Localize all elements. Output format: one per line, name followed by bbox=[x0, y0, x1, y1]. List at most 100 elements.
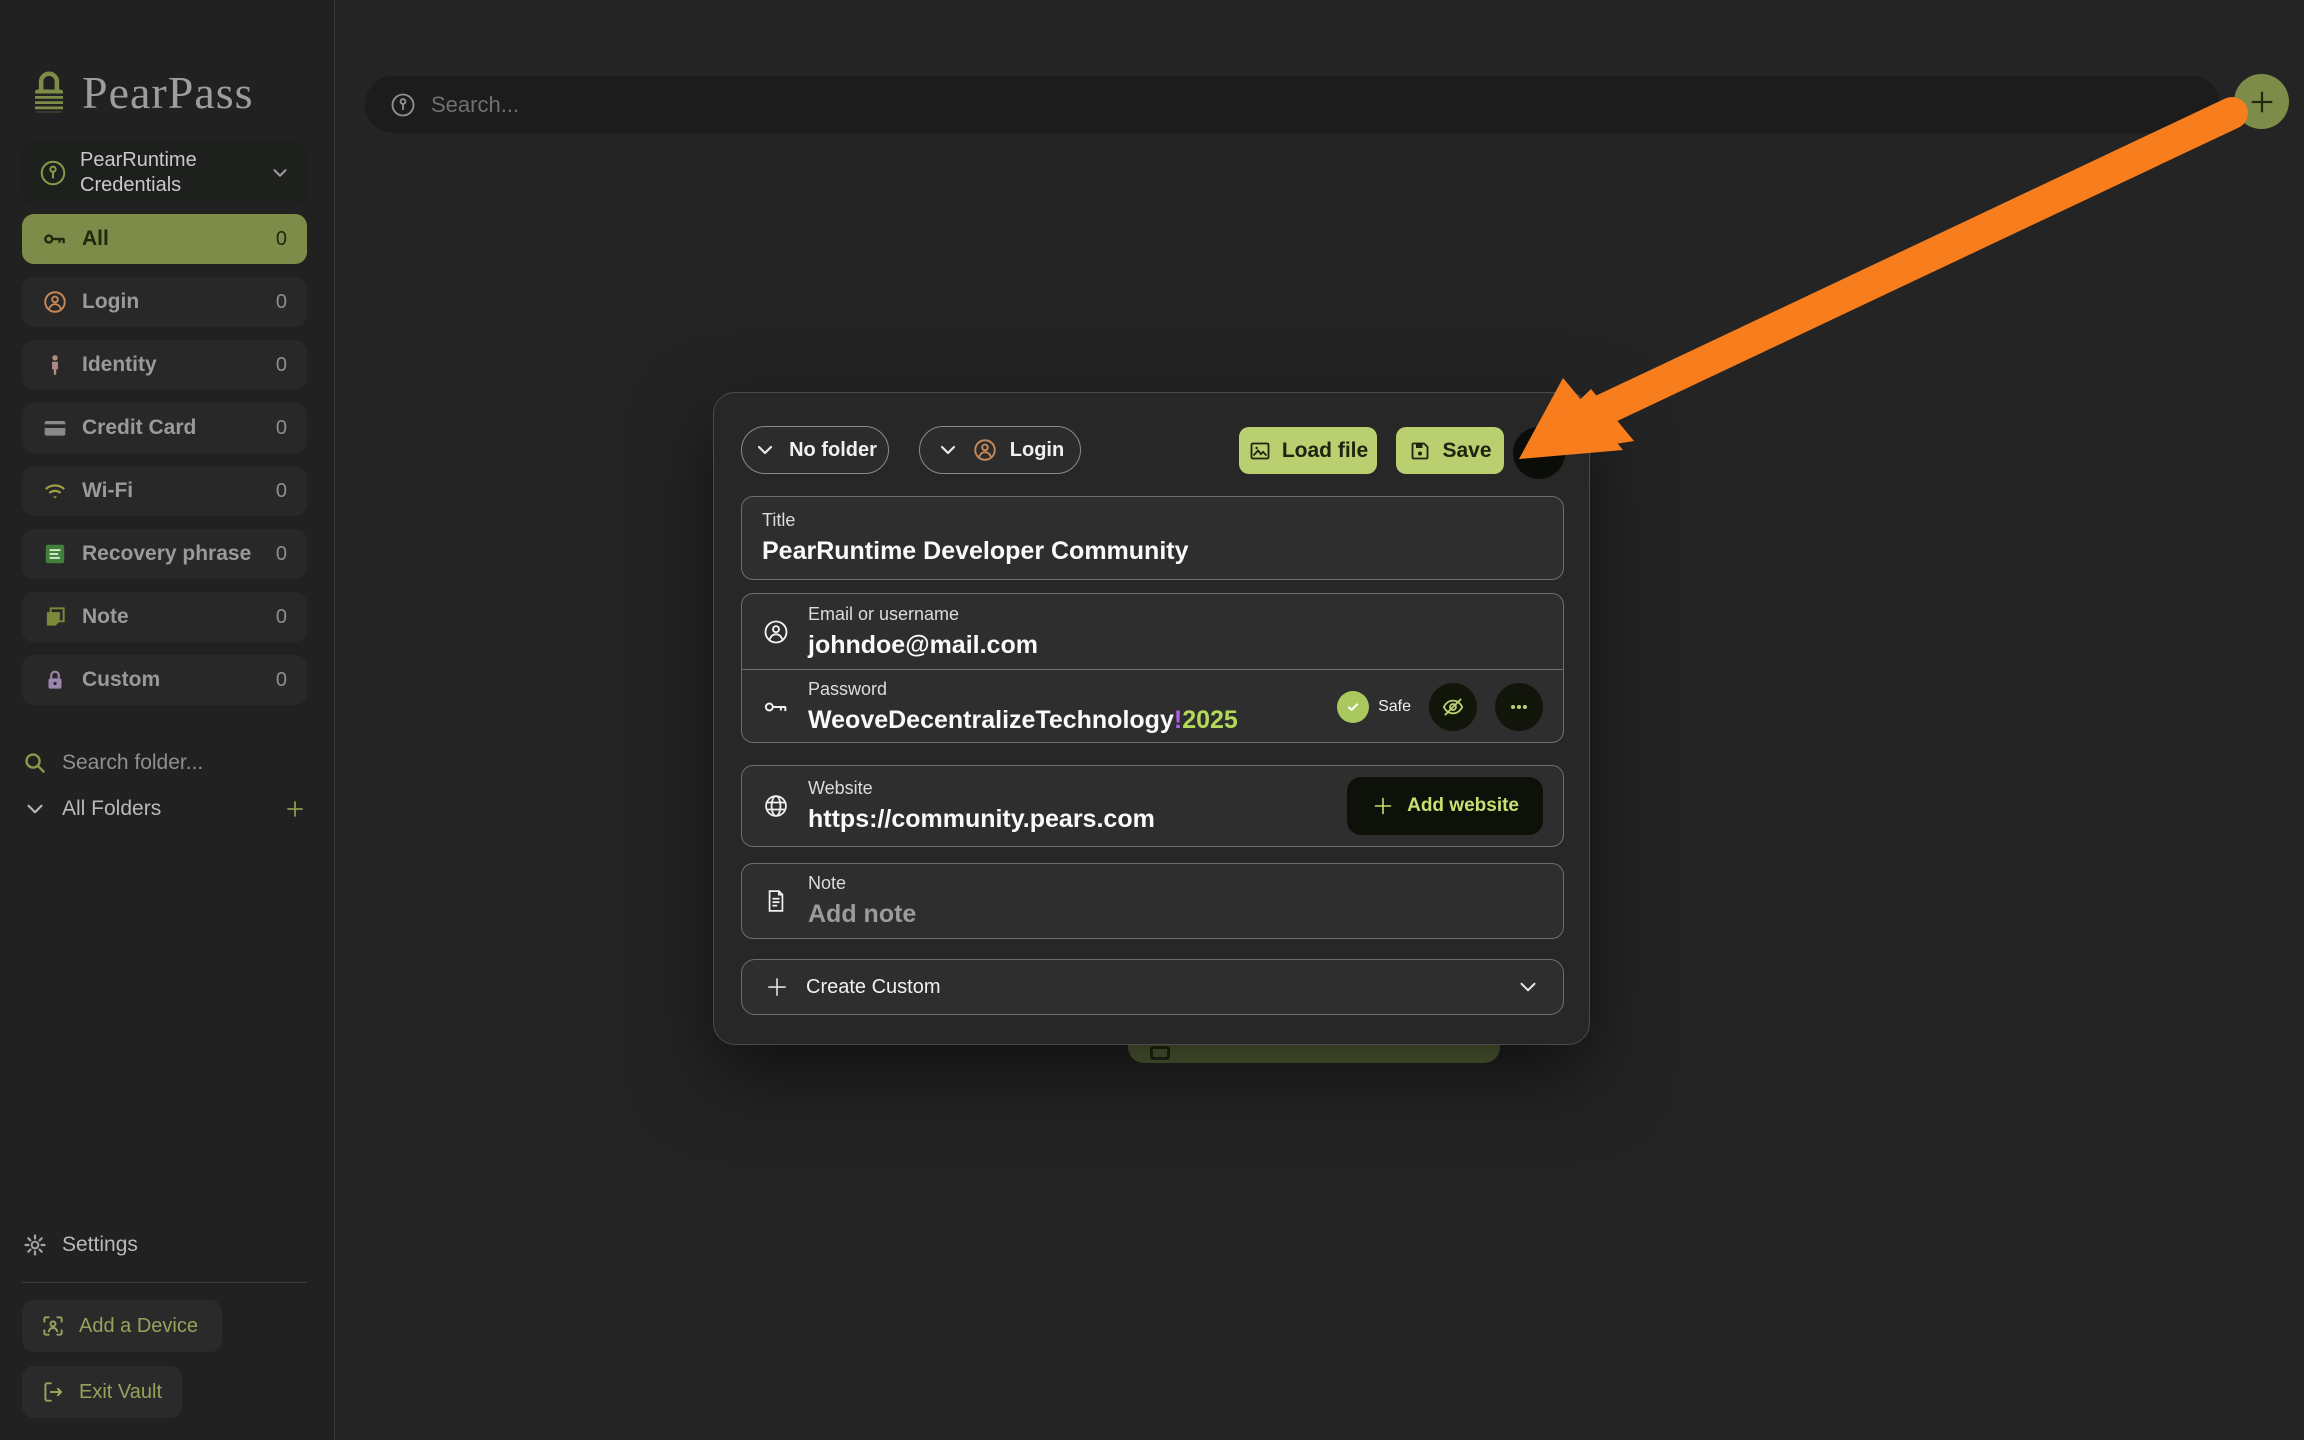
ellipsis-icon bbox=[1506, 694, 1532, 720]
item-count: 0 bbox=[276, 669, 287, 692]
credential-editor-dialog: No folder Login bbox=[713, 392, 1590, 1045]
image-icon bbox=[1248, 439, 1272, 463]
password-number: 2025 bbox=[1182, 706, 1238, 734]
lock-icon bbox=[28, 68, 70, 118]
add-entry-button[interactable] bbox=[2234, 74, 2289, 129]
all-folders-row[interactable]: All Folders bbox=[22, 796, 307, 822]
title-field-value: PearRuntime Developer Community bbox=[762, 537, 1543, 566]
add-device-button[interactable]: Add a Device bbox=[22, 1300, 222, 1352]
credit-card-icon bbox=[42, 415, 68, 441]
search-icon bbox=[22, 750, 48, 776]
title-field-label: Title bbox=[762, 510, 1543, 531]
settings-button[interactable]: Settings bbox=[22, 1232, 138, 1258]
create-custom-label: Create Custom bbox=[806, 976, 941, 999]
type-dropdown-label: Login bbox=[1010, 439, 1064, 462]
sidebar-item-label: Credit Card bbox=[82, 416, 262, 440]
sidebar-item-wifi[interactable]: Wi-Fi 0 bbox=[22, 466, 307, 516]
folder-dropdown-label: No folder bbox=[789, 439, 877, 462]
sidebar-item-login[interactable]: Login 0 bbox=[22, 277, 307, 327]
person-circle-icon bbox=[42, 289, 68, 315]
list-square-icon bbox=[42, 541, 68, 567]
password-safe-badge: Safe bbox=[1337, 691, 1411, 723]
folder-search-placeholder: Search folder... bbox=[62, 751, 203, 775]
item-count: 0 bbox=[276, 354, 287, 377]
app-logo: PearPass bbox=[28, 66, 254, 119]
email-field[interactable]: Email or username johndoe@mail.com bbox=[742, 594, 1563, 669]
sticky-note-icon bbox=[42, 604, 68, 630]
sidebar-item-custom[interactable]: Custom 0 bbox=[22, 655, 307, 705]
website-field[interactable]: Website https://community.pears.com Add … bbox=[741, 765, 1564, 847]
gear-icon bbox=[22, 1232, 48, 1258]
key-icon bbox=[42, 226, 68, 252]
safe-label: Safe bbox=[1378, 698, 1411, 716]
sidebar-item-credit-card[interactable]: Credit Card 0 bbox=[22, 403, 307, 453]
sidebar-item-label: Recovery phrase bbox=[82, 542, 262, 566]
email-field-label: Email or username bbox=[808, 604, 1543, 625]
load-file-label: Load file bbox=[1282, 439, 1368, 463]
vault-selector[interactable]: PearRuntime Credentials bbox=[22, 140, 307, 206]
obscured-button-icon bbox=[1150, 1046, 1170, 1060]
plus-icon bbox=[764, 974, 790, 1000]
sidebar-item-label: Custom bbox=[82, 668, 262, 692]
plus-icon[interactable] bbox=[283, 797, 307, 821]
chevron-down-icon bbox=[22, 796, 48, 822]
person-circle-icon bbox=[972, 437, 998, 463]
chevron-down-icon bbox=[269, 162, 291, 184]
sidebar-item-label: Identity bbox=[82, 353, 262, 377]
add-website-label: Add website bbox=[1407, 795, 1519, 817]
plus-icon bbox=[1371, 794, 1395, 818]
sidebar-item-all[interactable]: All 0 bbox=[22, 214, 307, 264]
password-field-value: WeoveDecentralizeTechnology!2025 bbox=[808, 706, 1319, 735]
folder-search[interactable]: Search folder... bbox=[22, 750, 203, 776]
item-count: 0 bbox=[276, 480, 287, 503]
item-count: 0 bbox=[276, 606, 287, 629]
password-more-options-button[interactable] bbox=[1495, 683, 1543, 731]
sidebar-item-recovery-phrase[interactable]: Recovery phrase 0 bbox=[22, 529, 307, 579]
folder-dropdown[interactable]: No folder bbox=[741, 426, 889, 474]
check-icon bbox=[1337, 691, 1369, 723]
save-button[interactable]: Save bbox=[1396, 427, 1504, 474]
wifi-icon bbox=[42, 478, 68, 504]
title-field[interactable]: Title PearRuntime Developer Community bbox=[741, 496, 1564, 580]
website-field-label: Website bbox=[808, 778, 1329, 799]
note-field-label: Note bbox=[808, 873, 1543, 894]
document-icon bbox=[762, 887, 790, 915]
load-file-button[interactable]: Load file bbox=[1239, 427, 1377, 474]
sidebar-item-label: Wi-Fi bbox=[82, 479, 262, 503]
note-field[interactable]: Note Add note bbox=[741, 863, 1564, 939]
search-input[interactable] bbox=[431, 92, 2196, 118]
person-icon bbox=[42, 352, 68, 378]
eye-off-icon bbox=[1440, 694, 1466, 720]
field-divider bbox=[742, 669, 1563, 670]
key-circle-icon bbox=[389, 91, 417, 119]
create-custom-expander[interactable]: Create Custom bbox=[741, 959, 1564, 1015]
chevron-down-icon bbox=[1515, 974, 1541, 1000]
type-dropdown[interactable]: Login bbox=[919, 426, 1081, 474]
sidebar: PearPass PearRuntime Credentials bbox=[0, 0, 335, 1440]
website-field-value: https://community.pears.com bbox=[808, 805, 1329, 834]
padlock-icon bbox=[42, 667, 68, 693]
item-count: 0 bbox=[276, 228, 287, 251]
item-count: 0 bbox=[276, 543, 287, 566]
app-window: PearPass PearRuntime Credentials bbox=[0, 0, 2304, 1440]
sidebar-item-note[interactable]: Note 0 bbox=[22, 592, 307, 642]
item-count: 0 bbox=[276, 291, 287, 314]
password-symbol: ! bbox=[1174, 706, 1182, 734]
global-search[interactable] bbox=[365, 76, 2220, 133]
save-button-label: Save bbox=[1442, 439, 1491, 463]
close-button[interactable] bbox=[1513, 427, 1565, 479]
exit-vault-button[interactable]: Exit Vault bbox=[22, 1366, 182, 1418]
key-circle-icon bbox=[38, 158, 68, 188]
add-website-button[interactable]: Add website bbox=[1347, 777, 1543, 835]
plus-icon bbox=[2247, 87, 2277, 117]
password-field-label: Password bbox=[808, 679, 1319, 700]
all-folders-label: All Folders bbox=[62, 797, 269, 821]
app-title: PearPass bbox=[82, 66, 254, 119]
chevron-down-icon bbox=[753, 438, 777, 462]
save-icon bbox=[1408, 439, 1432, 463]
sidebar-item-identity[interactable]: Identity 0 bbox=[22, 340, 307, 390]
password-field[interactable]: Password WeoveDecentralizeTechnology!202… bbox=[742, 669, 1563, 744]
item-count: 0 bbox=[276, 417, 287, 440]
globe-icon bbox=[762, 792, 790, 820]
toggle-password-visibility-button[interactable] bbox=[1429, 683, 1477, 731]
